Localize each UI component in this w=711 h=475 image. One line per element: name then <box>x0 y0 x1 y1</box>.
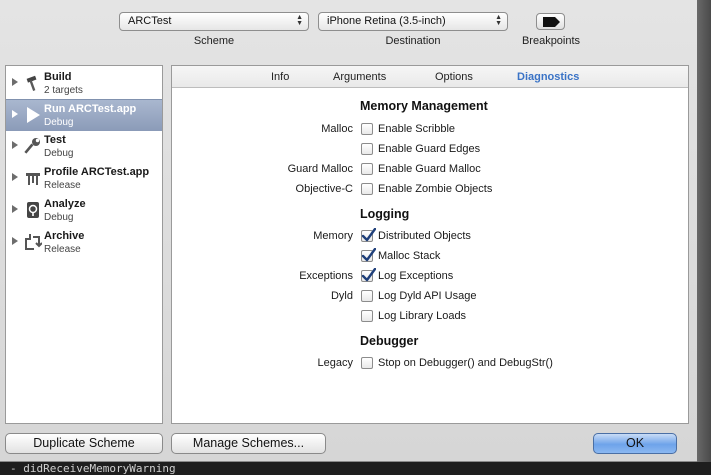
wrench-icon <box>24 138 40 154</box>
scheme-popup[interactable]: ARCTest ▲ ▼ <box>119 12 309 31</box>
popup-arrows-icon: ▲ ▼ <box>296 14 303 27</box>
action-settings-panel: Info Arguments Options Diagnostics Memor… <box>171 65 689 424</box>
disclosure-triangle-icon[interactable] <box>12 141 18 149</box>
log-exceptions-label[interactable]: Log Exceptions <box>378 270 453 282</box>
log-exceptions-checkbox[interactable] <box>361 268 376 282</box>
distributed-objects-checkbox[interactable] <box>361 228 376 242</box>
memory-management-heading: Memory Management <box>360 99 488 113</box>
action-archive[interactable]: Archive Release <box>6 227 162 259</box>
enable-zombie-objects-checkbox[interactable] <box>361 183 373 195</box>
tab-options[interactable]: Options <box>435 71 473 83</box>
action-subtitle: Debug <box>44 148 74 159</box>
duplicate-scheme-button[interactable]: Duplicate Scheme <box>5 433 163 454</box>
destination-popup-value: iPhone Retina (3.5-inch) <box>327 15 446 27</box>
debugger-heading: Debugger <box>360 334 419 348</box>
action-subtitle: Debug <box>44 212 74 223</box>
enable-scribble-label[interactable]: Enable Scribble <box>378 123 455 135</box>
log-library-loads-label[interactable]: Log Library Loads <box>378 310 466 322</box>
breakpoints-toggle[interactable] <box>536 13 565 30</box>
tab-diagnostics[interactable]: Diagnostics <box>517 71 579 83</box>
ok-button[interactable]: OK <box>593 433 677 454</box>
checkmark-icon <box>361 248 376 262</box>
enable-zombie-objects-label[interactable]: Enable Zombie Objects <box>378 183 492 195</box>
stop-on-debugger-label[interactable]: Stop on Debugger() and DebugStr() <box>378 357 553 369</box>
exceptions-label: Exceptions <box>299 270 353 282</box>
malloc-stack-checkbox[interactable] <box>361 248 376 262</box>
disclosure-triangle-icon[interactable] <box>12 173 18 181</box>
action-name: Profile ARCTest.app <box>44 166 150 178</box>
action-name: Analyze <box>44 198 86 210</box>
hammer-icon <box>26 75 37 91</box>
log-library-loads-checkbox[interactable] <box>361 310 373 322</box>
enable-guard-edges-checkbox[interactable] <box>361 143 373 155</box>
tab-arguments[interactable]: Arguments <box>333 71 386 83</box>
checkmark-icon <box>361 228 376 242</box>
enable-guard-edges-label[interactable]: Enable Guard Edges <box>378 143 480 155</box>
archive-icon <box>25 234 42 250</box>
enable-guard-malloc-label[interactable]: Enable Guard Malloc <box>378 163 481 175</box>
breakpoint-arrow-icon <box>543 17 560 27</box>
analyze-icon <box>27 202 39 218</box>
disclosure-triangle-icon[interactable] <box>12 205 18 213</box>
logging-heading: Logging <box>360 207 410 221</box>
legacy-label: Legacy <box>317 357 353 369</box>
manage-schemes-button[interactable]: Manage Schemes... <box>171 433 326 454</box>
action-profile[interactable]: Profile ARCTest.app Release <box>6 163 162 195</box>
background-editor-line: - didReceiveMemoryWarning <box>0 462 711 475</box>
action-name: Build <box>44 71 72 83</box>
guard-malloc-label: Guard Malloc <box>287 163 353 175</box>
scheme-label: Scheme <box>193 35 235 47</box>
action-analyze[interactable]: Analyze Debug <box>6 195 162 227</box>
disclosure-triangle-icon[interactable] <box>12 110 18 118</box>
tab-info[interactable]: Info <box>271 71 289 83</box>
action-run[interactable]: Run ARCTest.app Debug <box>6 99 162 131</box>
scheme-popup-value: ARCTest <box>128 15 172 27</box>
memory-label: Memory <box>313 230 353 242</box>
background-window-edge <box>696 0 711 475</box>
action-name: Archive <box>44 230 85 242</box>
distributed-objects-label[interactable]: Distributed Objects <box>378 230 471 242</box>
action-name: Test <box>44 134 66 146</box>
play-icon <box>27 107 40 123</box>
breakpoints-label: Breakpoints <box>521 35 581 47</box>
malloc-label: Malloc <box>321 123 353 135</box>
destination-popup[interactable]: iPhone Retina (3.5-inch) ▲ ▼ <box>318 12 508 31</box>
disclosure-triangle-icon[interactable] <box>12 237 18 245</box>
dyld-label: Dyld <box>330 290 353 302</box>
action-build[interactable]: Build 2 targets <box>6 68 162 100</box>
enable-scribble-checkbox[interactable] <box>361 123 373 135</box>
malloc-stack-label[interactable]: Malloc Stack <box>378 250 440 262</box>
action-subtitle: Debug <box>44 117 74 128</box>
log-dyld-api-usage-label[interactable]: Log Dyld API Usage <box>378 290 476 302</box>
enable-guard-malloc-checkbox[interactable] <box>361 163 373 175</box>
objective-c-label: Objective-C <box>295 183 353 195</box>
stop-on-debugger-checkbox[interactable] <box>361 357 373 369</box>
scheme-action-list: Build 2 targets Run ARCTest.app Debug Te… <box>5 65 163 424</box>
action-test[interactable]: Test Debug <box>6 131 162 163</box>
log-dyld-api-usage-checkbox[interactable] <box>361 290 373 302</box>
popup-arrows-icon: ▲ ▼ <box>495 14 502 27</box>
action-subtitle: Release <box>44 180 81 191</box>
destination-label: Destination <box>385 35 441 47</box>
action-name: Run ARCTest.app <box>44 103 137 115</box>
checkmark-icon <box>361 268 376 282</box>
scheme-editor-sheet: ARCTest ▲ ▼ Scheme iPhone Retina (3.5-inc… <box>0 0 697 462</box>
settings-tab-bar: Info Arguments Options Diagnostics <box>172 66 688 88</box>
action-subtitle: 2 targets <box>44 85 83 96</box>
action-subtitle: Release <box>44 244 81 255</box>
disclosure-triangle-icon[interactable] <box>12 78 18 86</box>
instruments-icon <box>26 173 40 185</box>
